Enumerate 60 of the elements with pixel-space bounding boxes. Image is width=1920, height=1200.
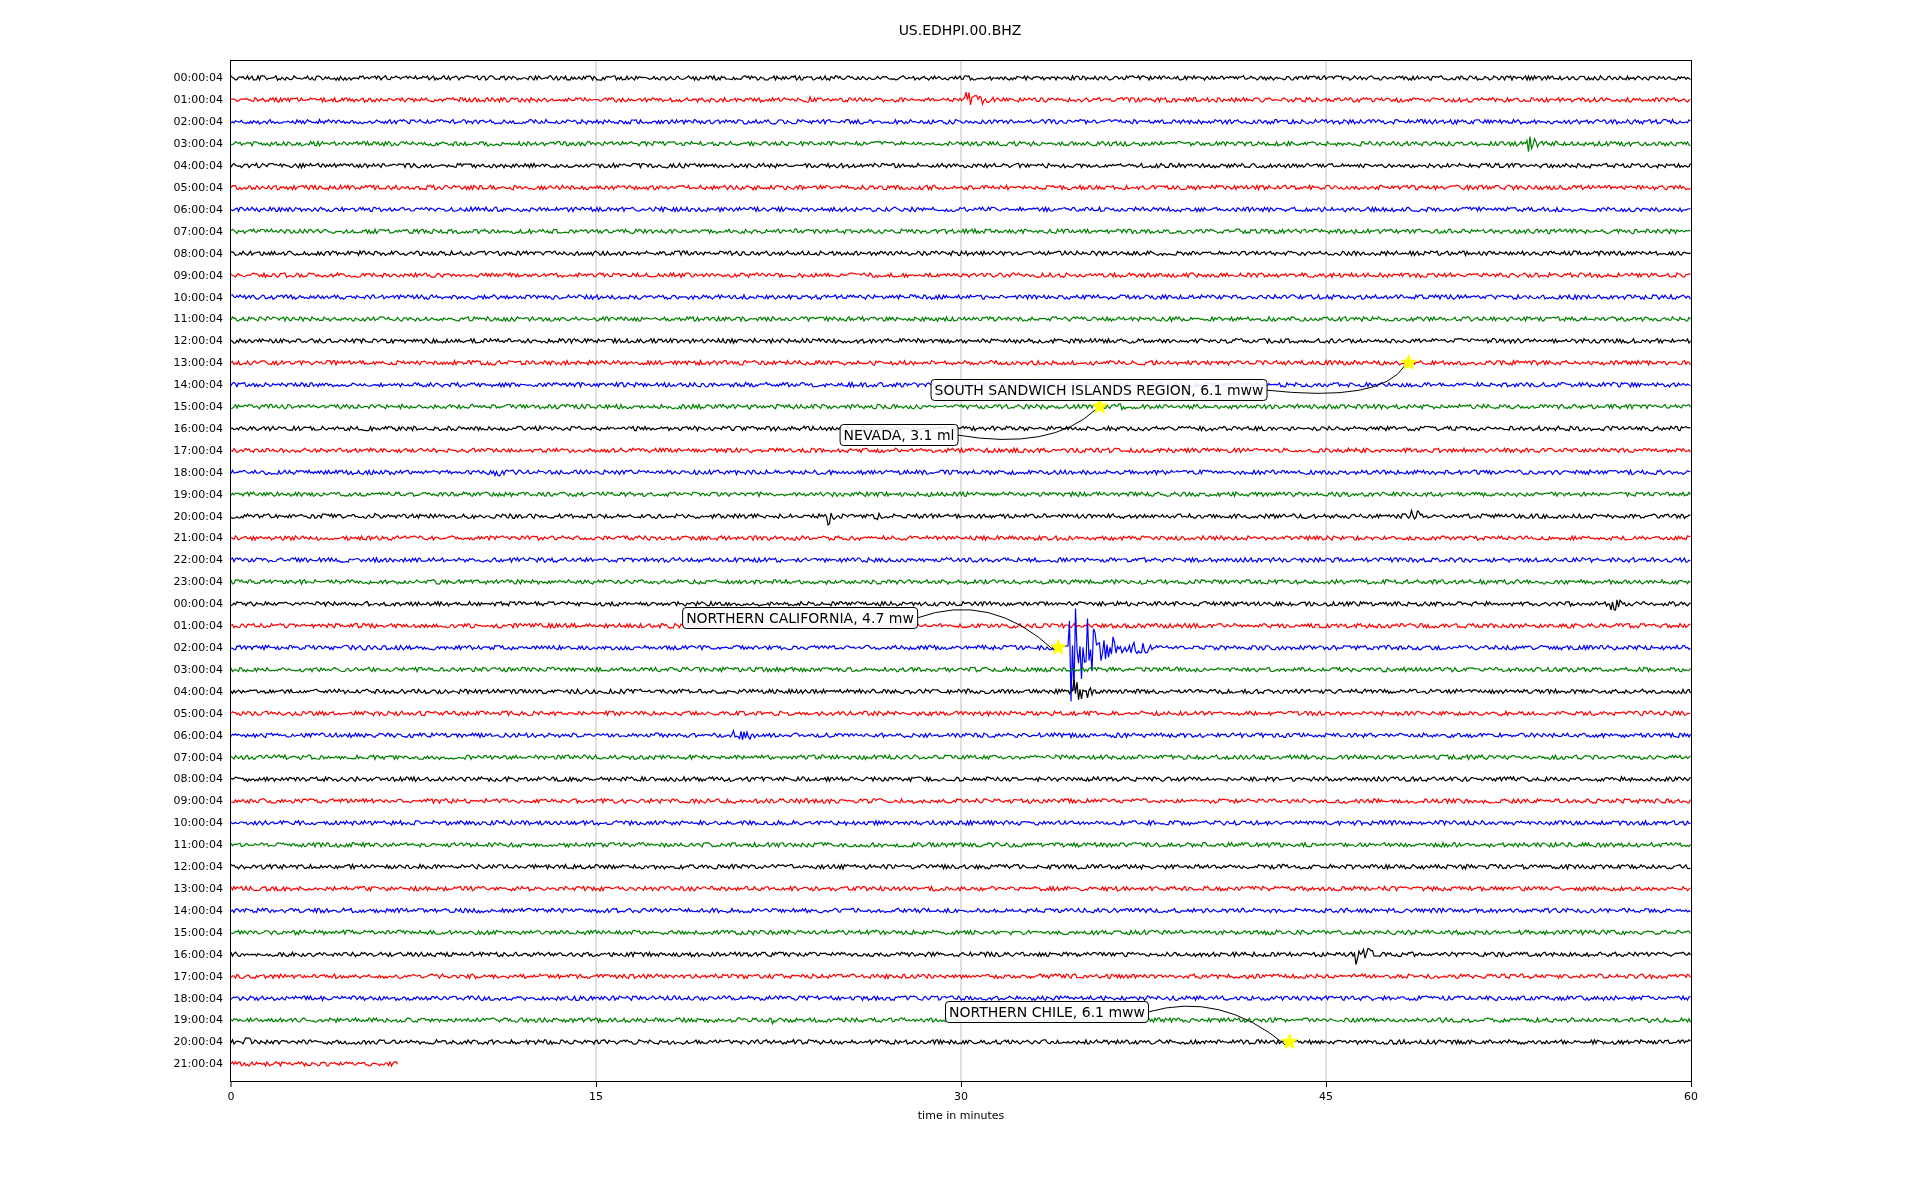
axis-tick-label: 18:00:04 [173,992,223,1004]
chart-title: US.EDHPI.00.BHZ [898,20,1022,40]
axis-tick-label: 0 [227,1091,235,1102]
axis-tick-label: 14:00:04 [173,379,223,391]
axis-tick-label: 18:00:04 [173,466,223,478]
axis-tick-label: 16:00:04 [173,422,223,434]
axis-tick-label: 05:00:04 [173,707,223,719]
axis-tick-label: 01:00:04 [173,620,223,632]
axis-tick-label: 06:00:04 [173,203,223,215]
axis-tick-label: 08:00:04 [173,247,223,259]
axis-tick-label: 13:00:04 [173,883,223,894]
event-label: NEVADA, 3.1 ml [839,424,959,446]
axis-tick-label: 15:00:04 [173,401,223,413]
axis-tick-label: 12:00:04 [173,335,223,347]
star-icon [1280,1033,1299,1050]
event-label: SOUTH SANDWICH ISLANDS REGION, 6.1 mww [930,379,1268,401]
axis-tick-label: 21:00:04 [173,532,223,544]
axis-tick-label: 23:00:04 [173,576,223,588]
axis-tick-label: 60 [1684,1091,1698,1102]
axis-tick-label: 04:00:04 [173,685,223,697]
event-label: NORTHERN CALIFORNIA, 4.7 mw [682,607,918,629]
axis-tick-label: 17:00:04 [173,970,223,982]
axis-tick-label: 13:00:04 [173,357,223,369]
axis-tick-label: 14:00:04 [173,904,223,916]
axis-tick-label: 45 [1319,1091,1333,1102]
axis-tick-label: 06:00:04 [173,729,223,741]
axis-tick-label: 03:00:04 [173,663,223,675]
event-label: NORTHERN CHILE, 6.1 mww [945,1001,1149,1023]
axis-tick-label: 02:00:04 [173,642,223,653]
axis-tick-label: 07:00:04 [173,751,223,763]
axis-tick-label: 03:00:04 [173,138,223,150]
axis-tick-label: 15:00:04 [173,926,223,938]
axis-tick-label: 16:00:04 [173,948,223,960]
axis-tick-label: 05:00:04 [173,182,223,193]
axis-tick-label: 17:00:04 [173,444,223,456]
axis-tick-label: 07:00:04 [173,225,223,237]
axis-tick-label: 20:00:04 [173,510,223,522]
axis-tick-label: 12:00:04 [173,861,223,873]
axis-tick-label: 22:00:04 [173,554,223,566]
axis-tick-label: 10:00:04 [173,291,223,303]
axis-tick-label: 19:00:04 [173,1014,223,1026]
axis-tick-label: 08:00:04 [173,773,223,785]
axis-tick-label: 09:00:04 [173,795,223,807]
axis-tick-label: 30 [954,1091,968,1102]
axis-tick-label: 21:00:04 [173,1058,223,1070]
star-icon [1400,353,1418,371]
axis-tick-label: 01:00:04 [173,94,223,106]
axis-tick-label: 11:00:04 [173,839,223,851]
axis-tick-label: 09:00:04 [173,269,223,281]
axis-tick-label: 20:00:04 [173,1036,223,1048]
axis-tick-label: 19:00:04 [173,488,223,500]
star-icon [1049,638,1067,655]
axis-tick-label: 04:00:04 [173,160,223,172]
axis-label: time in minutes [917,1108,1005,1124]
axis-tick-label: 15 [589,1091,603,1102]
axis-tick-label: 00:00:04 [173,598,223,610]
axis-tick-label: 10:00:04 [173,817,223,829]
axis-tick-label: 11:00:04 [173,313,223,325]
axis-tick-label: 00:00:04 [173,72,223,84]
axis-tick-label: 02:00:04 [173,116,223,128]
